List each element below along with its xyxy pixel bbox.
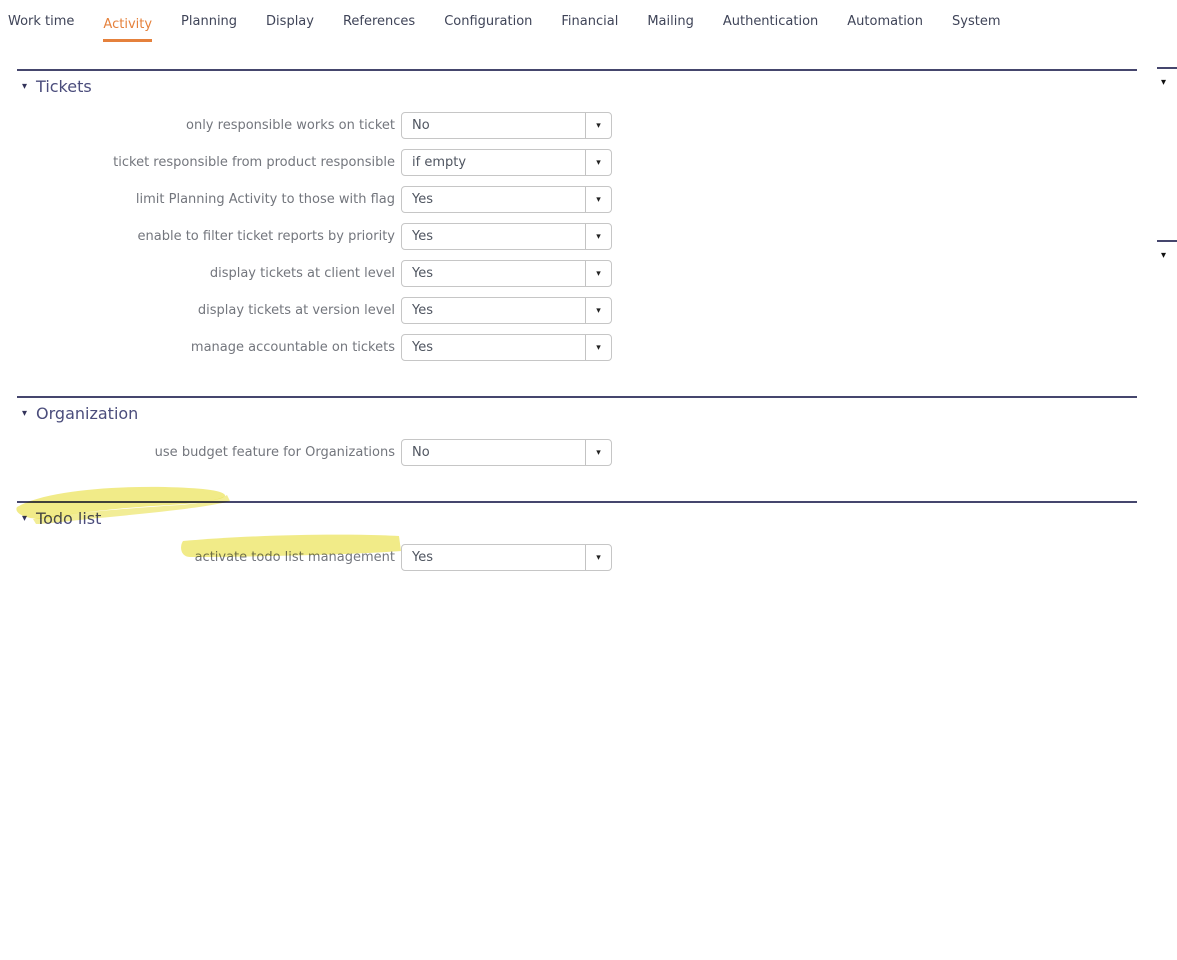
dropdown-enable-to-filter-ticket-reports-by-priority[interactable]: Yes▾ [401, 223, 612, 250]
row-label: use budget feature for Organizations [0, 445, 395, 460]
dropdown-display-tickets-at-client-level[interactable]: Yes▾ [401, 260, 612, 287]
settings-row: ticket responsible from product responsi… [0, 144, 1177, 181]
dropdown-activate-todo-list-management[interactable]: Yes▾ [401, 544, 612, 571]
dropdown-manage-accountable-on-tickets[interactable]: Yes▾ [401, 334, 612, 361]
dropdown-display-tickets-at-version-level[interactable]: Yes▾ [401, 297, 612, 324]
dropdown-limit-planning-activity-to-those-with-flag[interactable]: Yes▾ [401, 186, 612, 213]
section-rows: only responsible works on ticketNo▾ticke… [0, 107, 1177, 366]
section-divider [17, 501, 1137, 503]
section-title: Organization [36, 404, 138, 424]
dropdown-selected-value: Yes [402, 303, 585, 318]
settings-row: use budget feature for Organizations No▾ [0, 434, 1177, 471]
tab-planning[interactable]: Planning [181, 0, 237, 42]
chevron-down-icon[interactable]: ▾ [585, 261, 611, 286]
section-tickets: ▾ Tickets only responsible works on ticket… [0, 69, 1177, 366]
chevron-down-icon[interactable]: ▾ [22, 514, 27, 524]
section-title: Tickets [36, 77, 92, 97]
row-label: limit Planning Activity to those with fl… [0, 192, 395, 207]
chevron-down-icon[interactable]: ▾ [585, 440, 611, 465]
section-rows: activate todo list management Yes▾ [0, 539, 1177, 576]
chevron-down-icon[interactable]: ▾ [585, 335, 611, 360]
row-label: manage accountable on tickets [0, 340, 395, 355]
section-rule-fragment [1157, 67, 1177, 69]
dropdown-selected-value: No [402, 118, 585, 133]
dropdown-selected-value: Yes [402, 340, 585, 355]
tab-bar: Work time Activity Planning Display Referenc… [0, 0, 1177, 42]
dropdown-only-responsible-works-on-ticket[interactable]: No▾ [401, 112, 612, 139]
settings-row: limit Planning Activity to those with fl… [0, 181, 1177, 218]
tab-system[interactable]: System [952, 0, 1000, 42]
chevron-down-icon[interactable]: ▾ [1161, 78, 1177, 88]
row-label: ticket responsible from product responsi… [0, 155, 395, 170]
settings-content: ▾ Tickets only responsible works on ticket… [0, 69, 1177, 576]
chevron-down-icon[interactable]: ▾ [22, 409, 27, 419]
chevron-down-icon[interactable]: ▾ [22, 82, 27, 92]
row-label: display tickets at version level [0, 303, 395, 318]
dropdown-selected-value: if empty [402, 155, 585, 170]
tab-activity[interactable]: Activity [103, 3, 152, 42]
chevron-down-icon[interactable]: ▾ [585, 545, 611, 570]
tab-work-time[interactable]: Work time [8, 0, 74, 42]
dropdown-selected-value: No [402, 445, 585, 460]
dropdown-selected-value: Yes [402, 192, 585, 207]
row-label: display tickets at client level [0, 266, 395, 281]
section-header-todo-list: ▾ Todo list [22, 509, 1177, 529]
section-header-tickets: ▾ Tickets [22, 77, 1177, 97]
settings-row: only responsible works on ticket No▾ [0, 107, 1177, 144]
chevron-down-icon[interactable]: ▾ [585, 150, 611, 175]
dropdown-selected-value: Yes [402, 550, 585, 565]
dropdown-selected-value: Yes [402, 229, 585, 244]
section-title: Todo list [36, 509, 101, 529]
tab-mailing[interactable]: Mailing [647, 0, 694, 42]
row-label: only responsible works on ticket [0, 118, 395, 133]
settings-row: manage accountable on tickets Yes▾ [0, 329, 1177, 366]
section-header-organization: ▾ Organization [22, 404, 1177, 424]
settings-row: display tickets at version level Yes▾ [0, 292, 1177, 329]
row-label: activate todo list management [0, 550, 395, 565]
dropdown-use-budget-feature-for-organizations[interactable]: No▾ [401, 439, 612, 466]
section-divider [17, 396, 1137, 398]
row-label: enable to filter ticket reports by prior… [0, 229, 395, 244]
tab-references[interactable]: References [343, 0, 415, 42]
section-divider [17, 69, 1137, 71]
dropdown-ticket-responsible-from-product-responsible[interactable]: if empty▾ [401, 149, 612, 176]
chevron-down-icon[interactable]: ▾ [585, 113, 611, 138]
chevron-down-icon[interactable]: ▾ [585, 298, 611, 323]
section-rule-fragment [1157, 240, 1177, 242]
tab-configuration[interactable]: Configuration [444, 0, 532, 42]
section-todo-list: ▾ Todo list activate todo list management Y… [0, 501, 1177, 576]
chevron-down-icon[interactable]: ▾ [585, 224, 611, 249]
tab-financial[interactable]: Financial [561, 0, 618, 42]
tab-display[interactable]: Display [266, 0, 314, 42]
right-edge-section-fragment: ▾ [1157, 67, 1177, 88]
dropdown-selected-value: Yes [402, 266, 585, 281]
tab-authentication[interactable]: Authentication [723, 0, 818, 42]
settings-row: enable to filter ticket reports by prior… [0, 218, 1177, 255]
tab-automation[interactable]: Automation [847, 0, 923, 42]
section-rows: use budget feature for Organizations No▾ [0, 434, 1177, 471]
chevron-down-icon[interactable]: ▾ [1161, 251, 1177, 261]
settings-row: display tickets at client level Yes▾ [0, 255, 1177, 292]
settings-row: activate todo list management Yes▾ [0, 539, 1177, 576]
right-edge-section-fragment: ▾ [1157, 240, 1177, 261]
chevron-down-icon[interactable]: ▾ [585, 187, 611, 212]
section-organization: ▾ Organization use budget feature for Orga… [0, 396, 1177, 471]
